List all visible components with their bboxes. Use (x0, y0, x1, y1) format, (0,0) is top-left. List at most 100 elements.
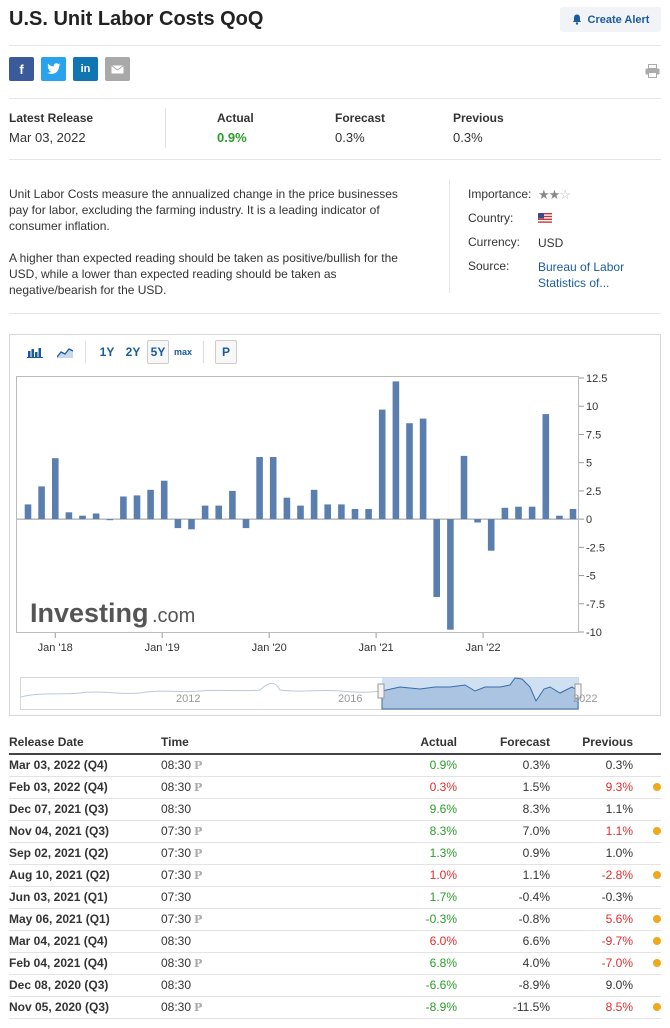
bar[interactable] (447, 519, 454, 630)
create-alert-label: Create Alert (587, 13, 650, 26)
row-release-date: Sep 02, 2021 (Q2) (9, 842, 161, 865)
row-time: 07:30 P (161, 864, 311, 887)
bar[interactable] (297, 505, 304, 520)
bar[interactable] (201, 505, 209, 520)
navigator-label: 2012 (176, 693, 200, 705)
navigator-left-handle[interactable] (377, 683, 385, 699)
table-header-row: Release Date Time Actual Forecast Previo… (9, 730, 661, 755)
bar[interactable] (310, 489, 318, 520)
table-row: Dec 08, 2020 (Q3) 08:30 -6.6% -8.9% 9.0% (9, 974, 661, 997)
revised-dot-icon (653, 827, 661, 835)
bar[interactable] (542, 414, 550, 520)
y-tick-label: 12.5 (586, 373, 607, 385)
preliminary-mark-icon: P (194, 825, 203, 838)
bar[interactable] (65, 512, 73, 520)
print-button[interactable] (645, 64, 660, 81)
bar[interactable] (92, 513, 100, 520)
bar[interactable] (79, 515, 86, 520)
row-release-date: Mar 04, 2021 (Q4) (9, 930, 161, 953)
bar[interactable] (106, 519, 114, 521)
y-tick-label: 10 (586, 401, 598, 413)
row-time: 08:30 P (161, 952, 311, 975)
release-history-table: Release Date Time Actual Forecast Previo… (9, 730, 661, 1019)
bar[interactable] (569, 509, 577, 520)
bar[interactable] (392, 381, 400, 520)
bar[interactable] (229, 490, 236, 520)
bar[interactable] (474, 519, 481, 523)
row-forecast: 8.3% (457, 798, 550, 821)
bar[interactable] (556, 515, 563, 520)
chart-navigator[interactable]: 2012 2016 2022 (20, 677, 598, 710)
bar[interactable] (487, 519, 495, 551)
bar[interactable] (515, 506, 522, 520)
bar[interactable] (324, 504, 331, 520)
col-release-date: Release Date (9, 730, 161, 755)
twitter-share-button[interactable] (41, 57, 66, 81)
currency-label: Currency: (468, 235, 521, 249)
revised-dot-icon (653, 937, 661, 945)
bar[interactable] (419, 418, 427, 520)
bar[interactable] (283, 497, 291, 520)
table-row: May 06, 2021 (Q1) 07:30 P -0.3% -0.8% 5.6% (9, 908, 661, 931)
row-previous: -9.7% (550, 930, 633, 953)
source-link[interactable]: Bureau of Labor Statistics of... (538, 259, 648, 291)
y-tick-label: 0 (586, 514, 592, 526)
bar[interactable] (256, 457, 263, 520)
bar[interactable] (460, 455, 468, 520)
country-label: Country: (468, 211, 514, 225)
bar[interactable] (351, 509, 359, 520)
bar[interactable] (338, 504, 345, 520)
bar[interactable] (406, 423, 413, 520)
bar[interactable] (188, 519, 195, 530)
row-time: 07:30 P (161, 908, 311, 931)
bar[interactable] (528, 506, 536, 520)
star-filled-icon: ★ (548, 187, 561, 202)
bar-chart: 12.5 10 7.5 5 2.5 0 -2.5 -5 -7.5 -10 Jan '18 Jan '… (16, 373, 607, 710)
source-label: Source: (468, 259, 510, 273)
table-row: Dec 07, 2021 (Q3) 08:30 9.6% 8.3% 1.1% (9, 798, 661, 821)
description-paragraph: Unit Labor Costs measure the annualized … (9, 187, 398, 233)
us-flag-icon (538, 211, 648, 227)
row-time: 08:30 P (161, 996, 311, 1019)
bar[interactable] (24, 504, 32, 520)
bar[interactable] (38, 486, 45, 520)
create-alert-button[interactable]: Create Alert (560, 7, 661, 32)
email-share-button[interactable] (105, 57, 130, 81)
bar[interactable] (433, 519, 440, 597)
row-previous: 9.0% (550, 974, 633, 997)
bar[interactable] (174, 519, 182, 529)
latest-release-col: Latest Release Mar 03, 2022 (9, 111, 93, 145)
linkedin-share-button[interactable]: in (73, 57, 98, 81)
bar[interactable] (242, 519, 250, 529)
bar[interactable] (269, 457, 277, 520)
row-time: 08:30 P (161, 754, 311, 777)
watermark-text: Investing (30, 598, 149, 628)
row-indicator (633, 996, 661, 1019)
bar[interactable] (365, 509, 372, 520)
row-release-date: Dec 08, 2020 (Q3) (9, 974, 161, 997)
row-indicator (633, 908, 661, 931)
y-tick-label: 5 (586, 458, 592, 470)
row-previous: 8.5% (550, 996, 633, 1019)
bar[interactable] (501, 507, 509, 520)
bar[interactable] (378, 409, 386, 520)
forecast-col: Forecast 0.3% (335, 111, 385, 145)
row-release-date: Nov 04, 2021 (Q3) (9, 820, 161, 843)
row-forecast: 4.0% (457, 952, 550, 975)
plot-frame (16, 376, 579, 633)
row-indicator (633, 754, 661, 777)
facebook-share-button[interactable]: f (9, 57, 34, 81)
bar[interactable] (215, 505, 222, 520)
bar[interactable] (52, 458, 59, 520)
row-release-date: May 06, 2021 (Q1) (9, 908, 161, 931)
bar[interactable] (160, 480, 168, 520)
bar[interactable] (133, 495, 141, 520)
table-row: Mar 04, 2021 (Q4) 08:30 6.0% 6.6% -9.7% (9, 930, 661, 953)
col-previous: Previous (550, 730, 633, 755)
bar[interactable] (147, 489, 154, 520)
table-row: Nov 04, 2021 (Q3) 07:30 P 8.3% 7.0% 1.1% (9, 820, 661, 843)
twitter-icon (46, 63, 60, 74)
bar[interactable] (120, 496, 127, 520)
previous-value: 0.3% (453, 130, 483, 145)
row-time-value: 08:30 (161, 802, 192, 816)
